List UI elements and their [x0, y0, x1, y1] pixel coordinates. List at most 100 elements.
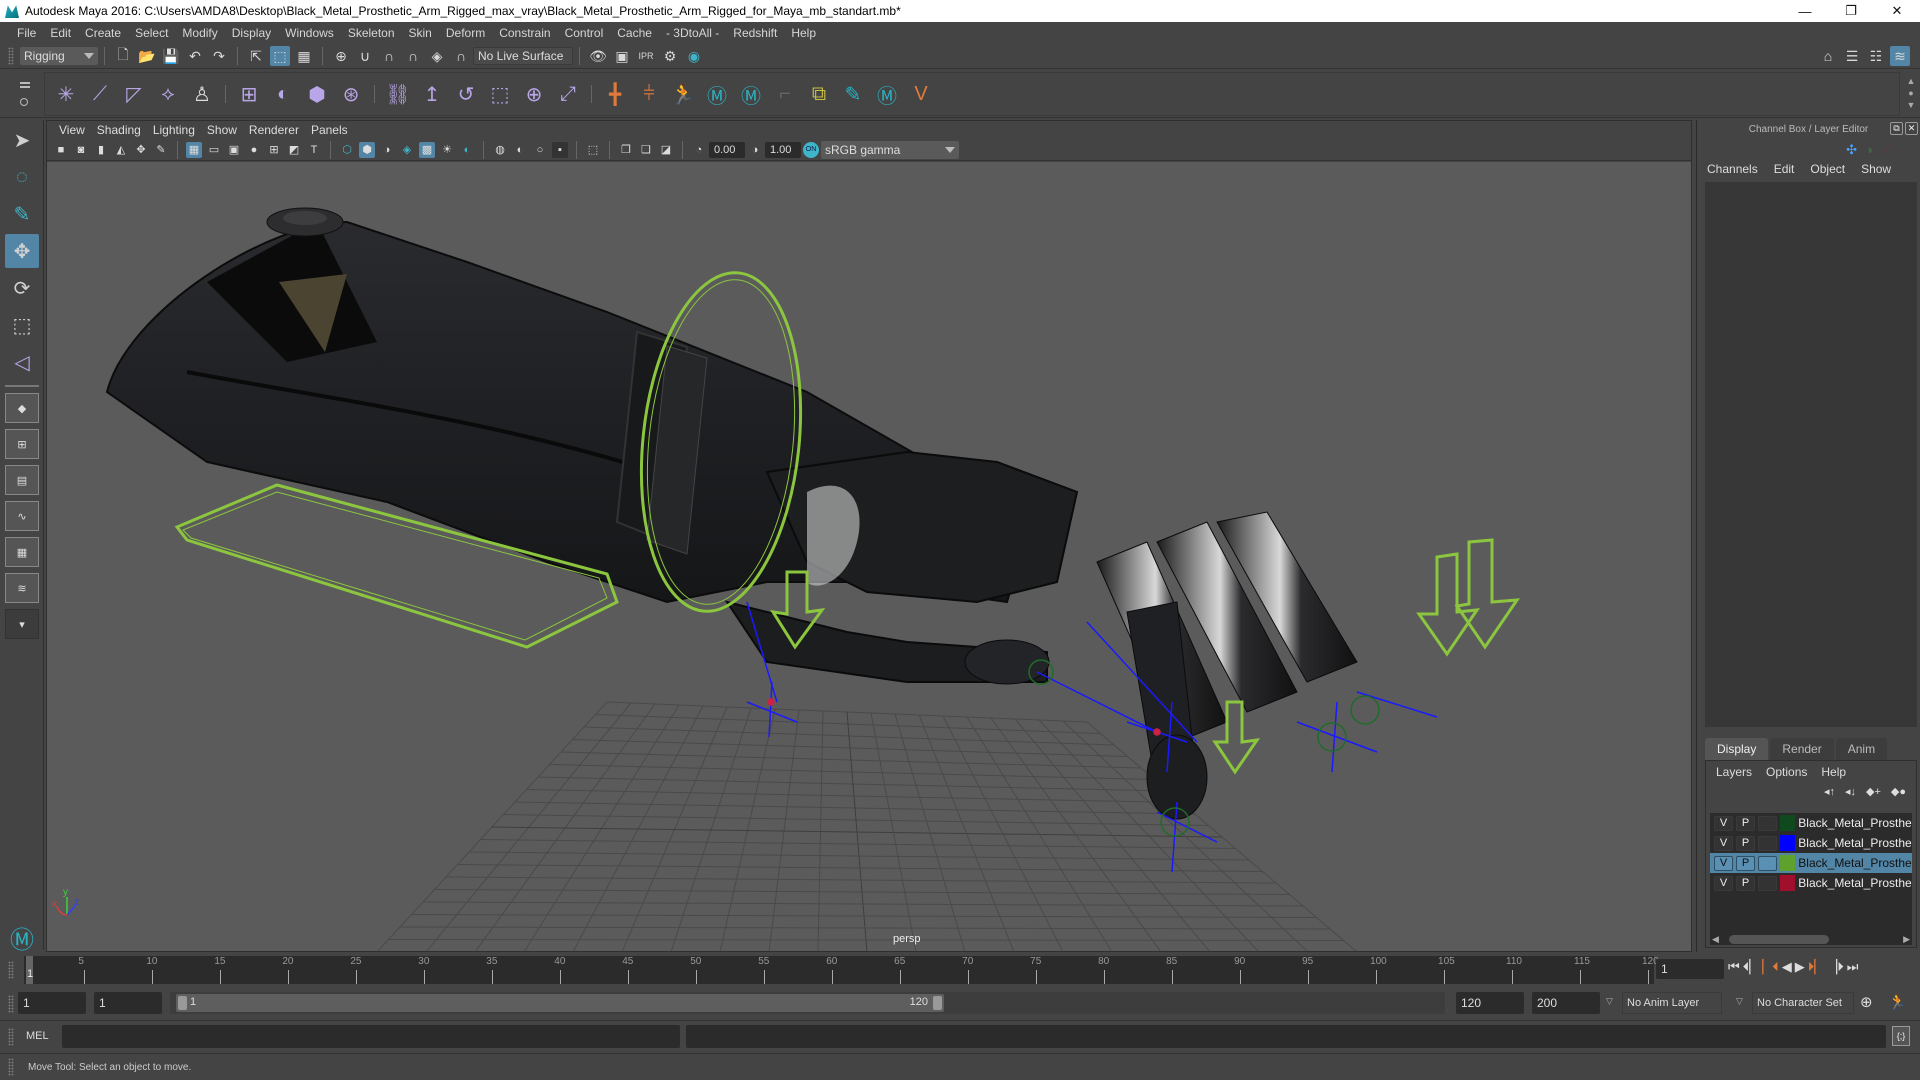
- menu-skin[interactable]: Skin: [402, 26, 439, 40]
- menuset-dropdown[interactable]: Rigging: [20, 47, 98, 65]
- layer-list-scrollbar[interactable]: ◀ ▶: [1710, 933, 1912, 945]
- render-current-icon[interactable]: ▣: [612, 46, 632, 66]
- camera-attributes-icon[interactable]: ◙: [73, 142, 89, 158]
- auto-key-icon[interactable]: ⊕: [1860, 993, 1873, 1011]
- bind-skin-icon[interactable]: ⊞: [234, 79, 264, 109]
- playback-end-field[interactable]: 120: [1456, 992, 1524, 1014]
- menu-select[interactable]: Select: [128, 26, 175, 40]
- live-surface-field[interactable]: No Live Surface: [473, 47, 573, 65]
- menu-3dtoall[interactable]: - 3DtoAll -: [659, 26, 726, 40]
- color-management-toggle-icon[interactable]: ON: [803, 141, 819, 158]
- panel-menu-lighting[interactable]: Lighting: [149, 123, 203, 137]
- move-layer-up-icon[interactable]: ◂↑: [1824, 785, 1835, 799]
- last-tool-icon[interactable]: ◁: [5, 345, 39, 379]
- layer-visibility-toggle[interactable]: V: [1714, 835, 1734, 851]
- menu-windows[interactable]: Windows: [278, 26, 341, 40]
- vertex-icon[interactable]: V: [906, 79, 936, 109]
- layer-name[interactable]: Black_Metal_Prosthetic: [1798, 876, 1912, 890]
- menu-control[interactable]: Control: [558, 26, 611, 40]
- select-component-icon[interactable]: ▦: [294, 46, 314, 66]
- start-time-field[interactable]: 1: [18, 992, 86, 1014]
- panel-menu-view[interactable]: View: [55, 123, 93, 137]
- hyper-icon[interactable]: ⟋: [1881, 142, 1890, 158]
- layer-row[interactable]: V P Black_Metal_Prosthetic: [1710, 833, 1912, 853]
- empty-slot-icon[interactable]: ⌐: [770, 79, 800, 109]
- snap-point-icon[interactable]: ∩: [379, 46, 399, 66]
- current-frame-field[interactable]: 1: [1656, 959, 1724, 979]
- attribute-editor-icon[interactable]: ☰: [1842, 46, 1862, 66]
- paint-select-tool-icon[interactable]: ✎: [5, 197, 39, 231]
- rotate-tool-icon[interactable]: ⟳: [5, 271, 39, 305]
- layer-playback-toggle[interactable]: P: [1736, 835, 1756, 851]
- safe-action-icon[interactable]: ◩: [286, 142, 302, 158]
- manipulator-icon[interactable]: ✣: [1846, 142, 1857, 158]
- wireframe-icon[interactable]: ⬡: [339, 142, 355, 158]
- xray-joints-icon[interactable]: ❐: [618, 142, 634, 158]
- textured-icon[interactable]: ◈: [399, 142, 415, 158]
- persp-graph-layout-button[interactable]: ∿: [5, 501, 39, 531]
- field-chart-icon[interactable]: ⊞: [266, 142, 282, 158]
- menu-help[interactable]: Help: [784, 26, 823, 40]
- play-backwards-icon[interactable]: ◀: [1782, 959, 1792, 975]
- go-to-end-icon[interactable]: ⏭: [1847, 959, 1859, 975]
- range-start-handle[interactable]: [178, 996, 187, 1010]
- resolution-gate-icon[interactable]: ▣: [226, 142, 242, 158]
- close-panel-button[interactable]: ✕: [1905, 122, 1918, 135]
- layer-toggle-icon[interactable]: ⧉: [804, 79, 834, 109]
- cb-menu-object[interactable]: Object: [1810, 162, 1845, 176]
- modeling-toolkit-icon[interactable]: ⌂: [1818, 46, 1838, 66]
- select-camera-icon[interactable]: ■: [53, 142, 69, 158]
- restore-button[interactable]: ❐: [1828, 0, 1874, 22]
- grease-pencil-icon[interactable]: ✎: [153, 142, 169, 158]
- time-slider-track[interactable]: 1 5 10 15 20 25 30 35 40 45 50 55 60 65 70 75 80 85 90 95 1…: [24, 956, 1659, 984]
- range-slider-bar[interactable]: 1 120: [176, 994, 944, 1012]
- scroll-thumb[interactable]: [1728, 934, 1829, 944]
- ik-handle-icon[interactable]: ◸: [119, 79, 149, 109]
- use-lights-icon[interactable]: ☀: [439, 142, 455, 158]
- layer-menu-help[interactable]: Help: [1821, 765, 1846, 779]
- layer-playback-toggle[interactable]: P: [1736, 855, 1756, 871]
- channel-box-toggle-icon[interactable]: ≋: [1890, 46, 1910, 66]
- end-time-field[interactable]: 200: [1532, 992, 1600, 1014]
- set-key-constraint-icon[interactable]: ⫩: [634, 79, 664, 109]
- menu-constrain[interactable]: Constrain: [492, 26, 557, 40]
- menu-modify[interactable]: Modify: [175, 26, 224, 40]
- exposure-field[interactable]: 0.00: [709, 141, 745, 158]
- xray-active-icon[interactable]: ❏: [638, 142, 654, 158]
- grip-handle[interactable]: [8, 961, 14, 979]
- channel-box-area[interactable]: [1705, 182, 1917, 727]
- tab-render[interactable]: Render: [1770, 738, 1834, 760]
- animation-preferences-icon[interactable]: 🏃: [1888, 993, 1907, 1011]
- gate-mask-icon[interactable]: ●: [246, 142, 262, 158]
- layer-playback-toggle[interactable]: P: [1736, 815, 1756, 831]
- layer-row[interactable]: V P Black_Metal_Prosthetic: [1710, 853, 1912, 873]
- tab-display[interactable]: Display: [1705, 738, 1769, 760]
- aim-constraint-icon[interactable]: ⊕: [519, 79, 549, 109]
- safe-title-icon[interactable]: T: [306, 142, 322, 158]
- layer-name[interactable]: Black_Metal_Prosthetic: [1798, 816, 1912, 830]
- view-transform-dropdown[interactable]: sRGB gamma: [821, 140, 959, 159]
- layer-color-swatch[interactable]: [1780, 855, 1796, 871]
- new-scene-icon[interactable]: 🗋: [113, 46, 133, 66]
- layer-color-swatch[interactable]: [1780, 835, 1796, 851]
- snap-curve-icon[interactable]: ∪: [355, 46, 375, 66]
- menu-edit[interactable]: Edit: [43, 26, 78, 40]
- xray-icon[interactable]: ▩: [419, 141, 435, 158]
- character-set-dropdown[interactable]: No Character Set: [1752, 992, 1854, 1014]
- scroll-left-icon[interactable]: ◀: [1712, 934, 1719, 945]
- save-scene-icon[interactable]: 💾: [161, 46, 181, 66]
- camera-frame-icon[interactable]: ◪: [658, 142, 674, 158]
- render-view-icon[interactable]: 👁: [588, 46, 608, 66]
- layer-playback-toggle[interactable]: P: [1736, 875, 1756, 891]
- minimize-button[interactable]: —: [1782, 0, 1828, 22]
- layer-row[interactable]: V P Black_Metal_Prosthetic: [1710, 813, 1912, 833]
- play-forwards-icon[interactable]: ▶: [1795, 959, 1805, 975]
- isolate-select-icon[interactable]: ⬚: [585, 142, 601, 158]
- lasso-tool-icon[interactable]: ◌: [5, 160, 39, 194]
- cb-menu-channels[interactable]: Channels: [1707, 162, 1758, 176]
- hypershade-persp-layout-button[interactable]: ▦: [5, 537, 39, 567]
- render-settings-icon[interactable]: ⚙: [660, 46, 680, 66]
- 2d-pan-zoom-icon[interactable]: ✥: [133, 142, 149, 158]
- point-constraint-icon[interactable]: ↥: [417, 79, 447, 109]
- layer-name[interactable]: Black_Metal_Prosthetic: [1798, 856, 1912, 870]
